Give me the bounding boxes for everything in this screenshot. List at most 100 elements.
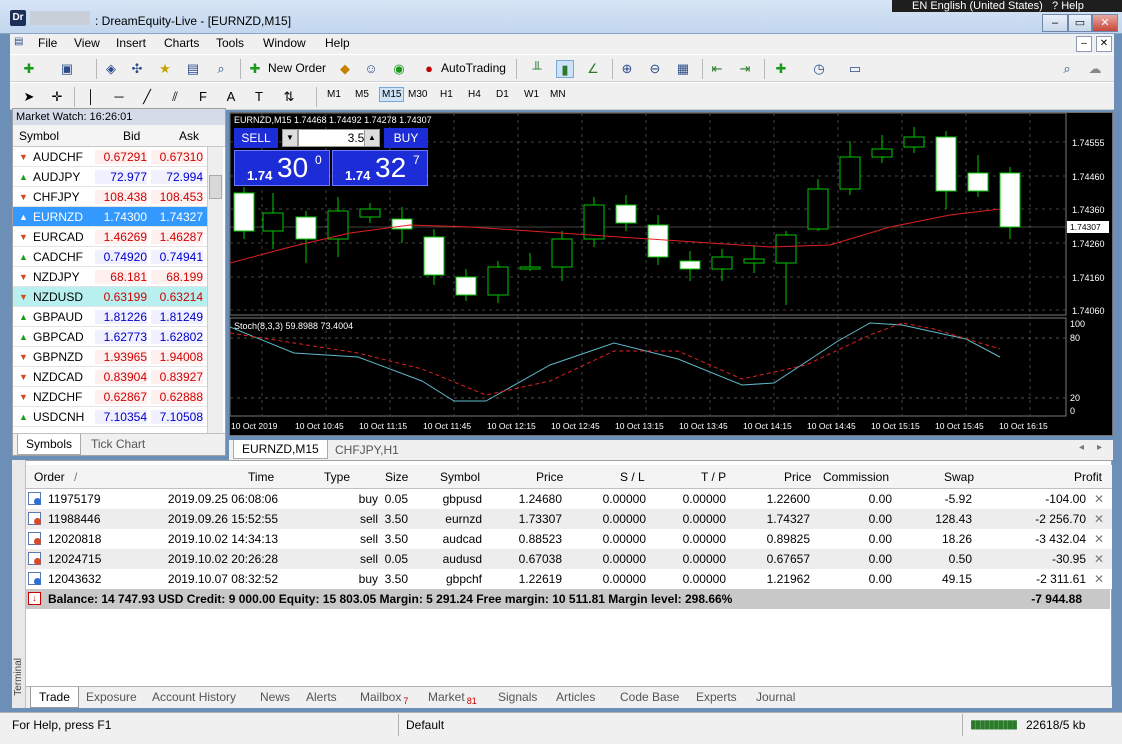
col-type[interactable]: Type <box>324 470 350 484</box>
tab-chfjpy-h1[interactable]: CHFJPY,H1 <box>335 443 399 457</box>
tab-mailbox[interactable]: Mailbox 7 <box>360 690 408 706</box>
order-row[interactable]: 12020818 2019.10.02 14:34:13 sell 3.50 audca… <box>26 529 1112 549</box>
close-order-icon[interactable]: ✕ <box>1094 552 1104 566</box>
close-order-icon[interactable]: ✕ <box>1094 492 1104 506</box>
data-window-icon[interactable]: ★ <box>156 60 174 78</box>
tab-trade[interactable]: Trade <box>30 687 79 708</box>
close-order-icon[interactable]: ✕ <box>1094 532 1104 546</box>
text-icon[interactable]: A <box>222 88 240 106</box>
market-watch-row-eurnzd[interactable]: ▲ EURNZD 1.74300 1.74327 <box>13 207 207 227</box>
line-chart-icon[interactable]: ∠ <box>584 60 602 78</box>
market-watch-row-usdcnh[interactable]: ▲ USDCNH 7.10354 7.10508 <box>13 407 207 427</box>
periods-icon[interactable]: ◷ <box>810 60 828 78</box>
tab-eurnzd-m15[interactable]: EURNZD,M15 <box>233 440 328 459</box>
timeframe-m1[interactable]: M1 <box>327 89 341 100</box>
order-row[interactable]: 12043632 2019.10.07 08:32:52 buy 3.50 gbpchf… <box>26 569 1112 589</box>
timeframe-m30[interactable]: M30 <box>408 89 427 100</box>
new-chart-icon[interactable]: ✚ <box>20 60 38 78</box>
candlestick-icon[interactable]: ▮ <box>556 60 574 78</box>
zoom-out-icon[interactable]: ⊖ <box>646 60 664 78</box>
strategy-tester-icon[interactable]: ⌕ <box>212 60 230 78</box>
col-ask[interactable]: Ask <box>179 129 199 143</box>
crosshair-icon[interactable]: ✛ <box>48 88 66 106</box>
search-icon[interactable]: ⌕ <box>1058 60 1076 78</box>
tile-windows-icon[interactable]: ▦ <box>674 60 692 78</box>
tabs-scroll-right-icon[interactable]: ▸ <box>1097 442 1102 453</box>
document-icon[interactable]: ▤ <box>14 36 23 47</box>
market-watch-row-gbpnzd[interactable]: ▼ GBPNZD 1.93965 1.94008 <box>13 347 207 367</box>
close-button[interactable]: ✕ <box>1092 14 1118 32</box>
menu-view[interactable]: View <box>74 36 100 50</box>
tab-news[interactable]: News <box>260 690 290 704</box>
order-row[interactable]: 11988446 2019.09.26 15:52:55 sell 3.50 eurnz… <box>26 509 1112 529</box>
col-tp[interactable]: T / P <box>701 470 726 484</box>
market-watch-row-nzdcad[interactable]: ▼ NZDCAD 0.83904 0.83927 <box>13 367 207 387</box>
menu-charts[interactable]: Charts <box>164 36 199 50</box>
channel-icon[interactable]: ⫽ <box>166 88 184 106</box>
timeframe-d1[interactable]: D1 <box>496 89 509 100</box>
status-profile[interactable]: Default <box>406 718 444 732</box>
maximize-button[interactable]: ▭ <box>1068 14 1092 32</box>
col-open-price[interactable]: Price <box>536 470 563 484</box>
tab-symbols[interactable]: Symbols <box>17 434 82 455</box>
metaeditor-icon[interactable]: ◆ <box>336 60 354 78</box>
arrows-icon[interactable]: ⇅ <box>280 88 298 106</box>
menu-file[interactable]: File <box>38 36 57 50</box>
tab-signals[interactable]: Signals <box>498 690 537 704</box>
account-icon[interactable]: ☺ <box>362 60 380 78</box>
col-symbol[interactable]: Symbol <box>440 470 480 484</box>
autotrading-icon[interactable]: ● <box>420 60 438 78</box>
buy-button[interactable]: BUY <box>384 128 428 148</box>
tab-market[interactable]: Market 81 <box>428 690 477 706</box>
tab-exposure[interactable]: Exposure <box>86 690 137 704</box>
mdi-close-button[interactable]: ✕ <box>1096 36 1112 52</box>
tab-code-base[interactable]: Code Base <box>620 690 679 704</box>
col-current-price[interactable]: Price <box>784 470 811 484</box>
market-watch-row-gbpaud[interactable]: ▲ GBPAUD 1.81226 1.81249 <box>13 307 207 327</box>
market-watch-row-audchf[interactable]: ▼ AUDCHF 0.67291 0.67310 <box>13 147 207 167</box>
indicators-icon[interactable]: ✚ <box>772 60 790 78</box>
profiles-icon[interactable]: ▣ <box>58 60 76 78</box>
col-bid[interactable]: Bid <box>123 129 140 143</box>
tabs-scroll-left-icon[interactable]: ◂ <box>1079 442 1084 453</box>
autotrading-button[interactable]: AutoTrading <box>441 61 506 75</box>
menu-insert[interactable]: Insert <box>116 36 146 50</box>
col-time[interactable]: Time <box>248 470 274 484</box>
col-swap[interactable]: Swap <box>944 470 974 484</box>
market-watch-icon[interactable]: ◈ <box>102 60 120 78</box>
new-order-button[interactable]: New Order <box>268 61 326 75</box>
col-symbol[interactable]: Symbol <box>19 129 59 143</box>
bar-chart-icon[interactable]: ╨ <box>528 60 546 78</box>
market-watch-row-chfjpy[interactable]: ▼ CHFJPY 108.438 108.453 <box>13 187 207 207</box>
buy-price-button[interactable]: 1.74 32 7 <box>332 150 428 186</box>
timeframe-w1[interactable]: W1 <box>524 89 539 100</box>
tab-tick-chart[interactable]: Tick Chart <box>91 437 145 451</box>
scrollbar-thumb[interactable] <box>209 175 222 199</box>
chart-shift-icon[interactable]: ⇥ <box>736 60 754 78</box>
language-indicator[interactable]: EN English (United States) ? Help <box>892 0 1122 12</box>
tab-articles[interactable]: Articles <box>556 690 595 704</box>
vertical-line-icon[interactable]: │ <box>82 88 100 106</box>
minimize-button[interactable]: – <box>1042 14 1068 32</box>
menu-help[interactable]: Help <box>325 36 350 50</box>
market-watch-row-nzdjpy[interactable]: ▼ NZDJPY 68.181 68.199 <box>13 267 207 287</box>
col-size[interactable]: Size <box>385 470 408 484</box>
help-icon[interactable]: ? <box>1052 0 1058 12</box>
mdi-minimize-button[interactable]: – <box>1076 36 1092 52</box>
new-order-icon[interactable]: ✚ <box>246 60 264 78</box>
tab-experts[interactable]: Experts <box>696 690 737 704</box>
market-watch-row-nzdchf[interactable]: ▼ NZDCHF 0.62867 0.62888 <box>13 387 207 407</box>
order-row[interactable]: 11975179 2019.09.25 06:08:06 buy 0.05 gbpusd… <box>26 489 1112 509</box>
lot-increase-button[interactable]: ▲ <box>364 129 380 147</box>
lot-decrease-button[interactable]: ▼ <box>282 129 298 147</box>
col-commission[interactable]: Commission <box>823 470 889 484</box>
trendline-icon[interactable]: ╱ <box>138 88 156 106</box>
sell-price-button[interactable]: 1.74 30 0 <box>234 150 330 186</box>
col-profit[interactable]: Profit <box>1074 470 1102 484</box>
order-row[interactable]: 12024715 2019.10.02 20:26:28 sell 0.05 audus… <box>26 549 1112 569</box>
close-order-icon[interactable]: ✕ <box>1094 572 1104 586</box>
tab-alerts[interactable]: Alerts <box>306 690 337 704</box>
cursor-icon[interactable]: ➤ <box>20 88 38 106</box>
timeframe-h4[interactable]: H4 <box>468 89 481 100</box>
fibonacci-icon[interactable]: F <box>194 88 212 106</box>
